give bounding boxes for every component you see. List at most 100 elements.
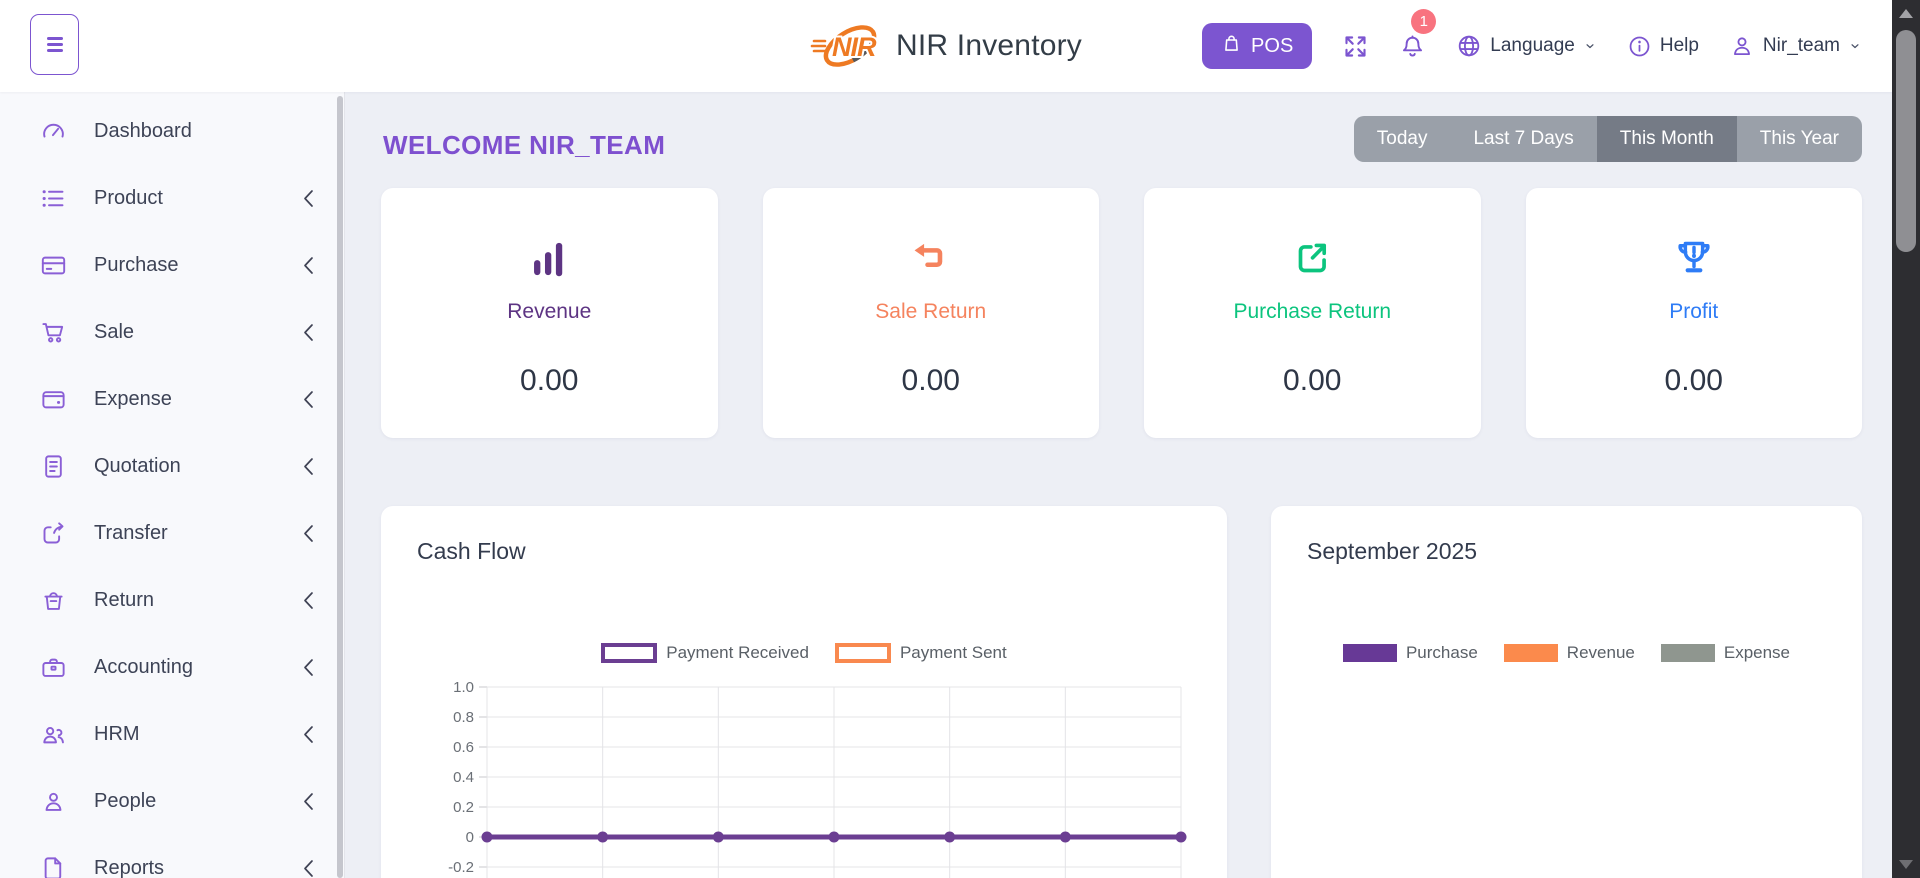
chevron-left-icon	[302, 859, 314, 878]
filter-today[interactable]: Today	[1354, 116, 1451, 162]
chevron-left-icon	[302, 457, 314, 476]
sidebar-item-label: People	[94, 790, 156, 813]
sidebar-item-return[interactable]: Return	[0, 567, 344, 634]
sidebar-toggle-button[interactable]	[30, 14, 79, 75]
legend-swatch	[835, 643, 891, 663]
sidebar-item-label: Product	[94, 187, 163, 210]
fullscreen-button[interactable]	[1342, 33, 1369, 60]
cashflow-chart: 1.00.80.60.40.20-0.2	[429, 673, 1189, 878]
trophy-icon	[1671, 236, 1717, 282]
stat-card-profit: Profit 0.00	[1526, 188, 1863, 438]
stat-card-revenue: Revenue0.00	[381, 188, 718, 438]
stat-card-label: Profit	[1669, 300, 1718, 324]
sidebar-item-label: Sale	[94, 321, 134, 344]
page-scrollbar[interactable]	[1892, 0, 1920, 878]
page-scrollbar-thumb[interactable]	[1896, 30, 1916, 252]
svg-text:1.0: 1.0	[453, 679, 474, 696]
chevron-left-icon	[302, 658, 314, 677]
gauge-icon	[40, 118, 67, 145]
bar-chart-icon	[526, 236, 572, 282]
bell-icon	[1399, 33, 1426, 60]
page-title: WELCOME NIR_TEAM	[383, 130, 665, 161]
sidebar-item-product[interactable]: Product	[0, 165, 344, 232]
document-icon	[40, 453, 67, 480]
chevron-left-icon	[302, 256, 314, 275]
sidebar-item-quotation[interactable]: Quotation	[0, 433, 344, 500]
sidebar-item-label: Dashboard	[94, 120, 192, 143]
sidebar: Dashboard Product Purchase Sale Expense Quota…	[0, 92, 345, 878]
stat-card-label: Sale Return	[875, 300, 986, 324]
stat-card-sale-return: Sale Return 0.00	[763, 188, 1100, 438]
filter-this-month[interactable]: This Month	[1597, 116, 1737, 162]
u-turn-arrow-icon	[908, 236, 954, 282]
wallet-icon	[40, 386, 67, 413]
sidebar-item-accounting[interactable]: Accounting	[0, 634, 344, 701]
language-menu[interactable]: Language	[1456, 33, 1597, 59]
legend-item-payment-sent[interactable]: Payment Sent	[835, 643, 1007, 663]
legend-label: Purchase	[1406, 643, 1478, 663]
svg-text:0.8: 0.8	[453, 709, 474, 726]
legend-swatch	[1343, 644, 1397, 662]
filter-last-7-days[interactable]: Last 7 Days	[1450, 116, 1596, 162]
sidebar-scrollbar[interactable]	[337, 96, 343, 878]
help-label: Help	[1660, 35, 1699, 57]
sidebar-item-label: Quotation	[94, 455, 181, 478]
sidebar-item-hrm[interactable]: HRM	[0, 701, 344, 768]
cashflow-legend: Payment Received Payment Sent	[381, 643, 1227, 663]
filter-this-year[interactable]: This Year	[1737, 116, 1862, 162]
sidebar-item-dashboard[interactable]: Dashboard	[0, 98, 344, 165]
share-icon	[40, 520, 67, 547]
chevron-down-icon	[1848, 39, 1862, 53]
stat-card-value: 0.00	[520, 364, 578, 398]
sidebar-item-purchase[interactable]: Purchase	[0, 232, 344, 299]
stat-card-value: 0.00	[902, 364, 960, 398]
chevron-left-icon	[302, 323, 314, 342]
legend-item-expense[interactable]: Expense	[1661, 643, 1790, 663]
chevron-left-icon	[302, 792, 314, 811]
sidebar-menu: Dashboard Product Purchase Sale Expense Quota…	[0, 92, 344, 878]
sidebar-item-expense[interactable]: Expense	[0, 366, 344, 433]
legend-item-purchase[interactable]: Purchase	[1343, 643, 1478, 663]
stat-card-label: Purchase Return	[1233, 300, 1391, 324]
charts-row: Cash Flow Payment Received Payment Sent 1…	[381, 506, 1862, 878]
sidebar-item-label: Reports	[94, 857, 164, 878]
sidebar-item-sale[interactable]: Sale	[0, 299, 344, 366]
scroll-up-arrow-icon[interactable]	[1899, 9, 1913, 18]
sidebar-item-reports[interactable]: Reports	[0, 835, 344, 878]
legend-label: Expense	[1724, 643, 1790, 663]
stat-card-purchase-return: Purchase Return 0.00	[1144, 188, 1481, 438]
brand: NIR NIR Inventory	[810, 0, 1082, 92]
cashflow-title: Cash Flow	[417, 538, 1227, 565]
legend-label: Payment Received	[666, 643, 809, 663]
svg-text:NIR: NIR	[832, 32, 877, 62]
user-menu[interactable]: Nir_team	[1729, 33, 1862, 59]
credit-card-icon	[40, 252, 67, 279]
pos-button[interactable]: POS	[1202, 23, 1312, 69]
stat-card-value: 0.00	[1665, 364, 1723, 398]
help-button[interactable]: Help	[1627, 34, 1699, 59]
notifications-button[interactable]: 1	[1399, 33, 1426, 60]
basket-icon	[40, 587, 67, 614]
cart-icon	[40, 319, 67, 346]
legend-swatch	[601, 643, 657, 663]
info-icon	[1627, 34, 1652, 59]
legend-item-revenue[interactable]: Revenue	[1504, 643, 1635, 663]
sidebar-item-label: Purchase	[94, 254, 179, 277]
legend-item-payment-received[interactable]: Payment Received	[601, 643, 809, 663]
sidebar-item-transfer[interactable]: Transfer	[0, 500, 344, 567]
fullscreen-icon	[1342, 33, 1369, 60]
cashflow-chart-area: 1.00.80.60.40.20-0.2	[429, 673, 1227, 878]
export-arrow-icon	[1289, 236, 1335, 282]
stat-card-value: 0.00	[1283, 364, 1341, 398]
notification-badge: 1	[1411, 9, 1436, 34]
sidebar-item-people[interactable]: People	[0, 768, 344, 835]
month-summary-legend: Purchase Revenue Expense	[1271, 643, 1862, 663]
person-icon	[40, 788, 67, 815]
shopping-bag-icon	[1221, 33, 1242, 60]
svg-text:-0.2: -0.2	[448, 859, 474, 876]
app-title: NIR Inventory	[896, 29, 1082, 63]
main-content: WELCOME NIR_TEAM TodayLast 7 DaysThis Mo…	[345, 92, 1892, 878]
globe-icon	[1456, 33, 1482, 59]
scroll-down-arrow-icon[interactable]	[1899, 860, 1913, 869]
user-name: Nir_team	[1763, 35, 1840, 57]
